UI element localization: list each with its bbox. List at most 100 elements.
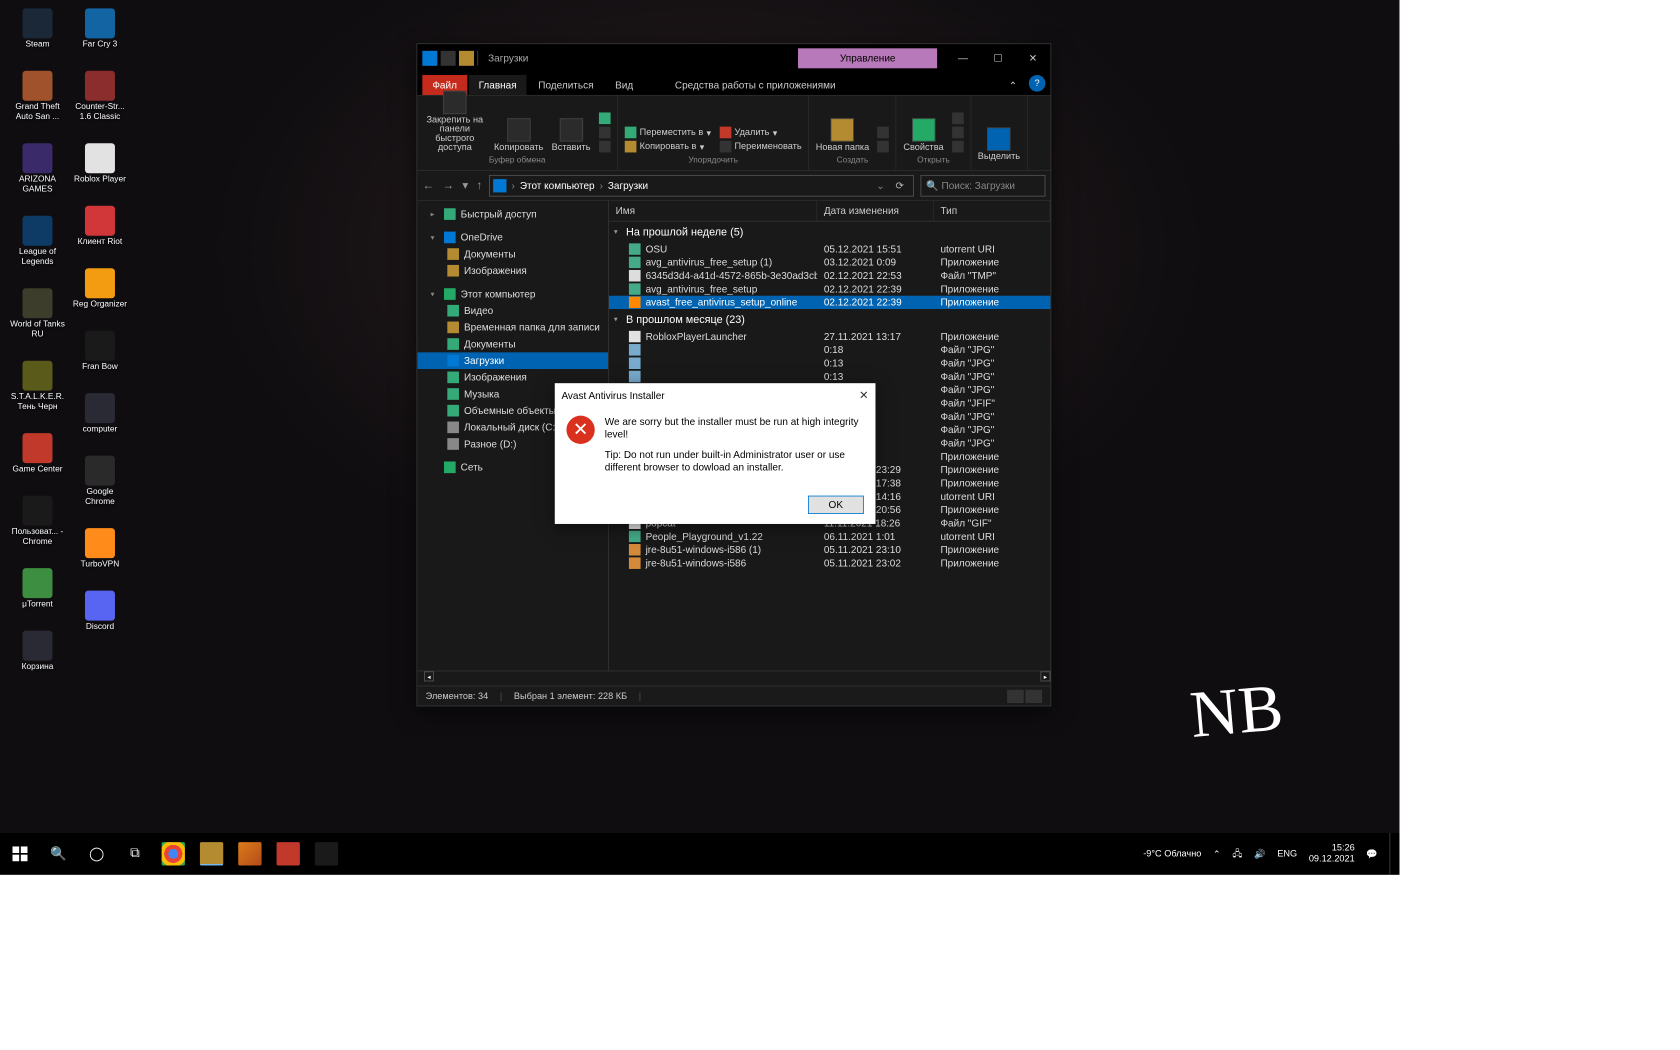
desktop-icon[interactable]: Counter-Str... 1.6 Classic: [71, 71, 129, 123]
desktop-icon[interactable]: Google Chrome: [71, 456, 129, 508]
select-button[interactable]: Выделить: [978, 127, 1020, 161]
col-name[interactable]: Имя: [609, 201, 817, 221]
col-date[interactable]: Дата изменения: [817, 201, 934, 221]
cut-button[interactable]: [599, 112, 611, 124]
desktop-icon[interactable]: Пользоват... - Chrome: [8, 496, 66, 548]
file-row[interactable]: jre-8u51-windows-i58605.11.2021 23:02При…: [609, 556, 1050, 569]
file-row[interactable]: 6345d3d4-a41d-4572-865b-3e30ad3cbc9...02…: [609, 269, 1050, 282]
desktop-icon[interactable]: S.T.A.L.K.E.R. Тень Черн: [8, 361, 66, 413]
ok-button[interactable]: OK: [808, 496, 864, 514]
file-row[interactable]: avast_free_antivirus_setup_online02.12.2…: [609, 296, 1050, 309]
action-center-icon[interactable]: 💬: [1366, 848, 1377, 859]
input-lang[interactable]: ENG: [1277, 849, 1297, 859]
file-row[interactable]: 0:13Файл "JPG": [609, 370, 1050, 383]
edit-button[interactable]: [952, 127, 964, 139]
paste-button[interactable]: Вставить: [552, 118, 591, 152]
desktop-icon[interactable]: Корзина: [8, 631, 66, 673]
newitem-button[interactable]: [878, 127, 890, 139]
taskbar-explorer[interactable]: [200, 842, 223, 865]
desktop-icon[interactable]: computer: [71, 393, 129, 435]
clock[interactable]: 15:26 09.12.2021: [1309, 843, 1355, 865]
file-group-header[interactable]: В прошлом месяце (23): [609, 309, 1050, 330]
qat-icon[interactable]: [441, 51, 456, 66]
move-to-button[interactable]: Переместить в ▾: [625, 127, 711, 139]
view-large-icon[interactable]: [1025, 689, 1042, 702]
tree-this-pc[interactable]: ▾Этот компьютер: [417, 286, 608, 303]
file-row[interactable]: avg_antivirus_free_setup (1)03.12.2021 0…: [609, 256, 1050, 269]
start-button[interactable]: [8, 842, 31, 865]
properties-button[interactable]: Свойства: [903, 118, 943, 152]
file-row[interactable]: OSU05.12.2021 15:51utorrent URI: [609, 242, 1050, 255]
nav-forward-icon[interactable]: →: [442, 178, 454, 192]
col-type[interactable]: Тип: [934, 201, 1051, 221]
desktop-icon[interactable]: Grand Theft Auto San ...: [8, 71, 66, 123]
copypath-button[interactable]: [599, 127, 611, 139]
search-button[interactable]: 🔍: [47, 842, 70, 865]
file-row[interactable]: 0:18Файл "JPG": [609, 343, 1050, 356]
maximize-button[interactable]: ☐: [980, 47, 1015, 69]
desktop-icon[interactable]: Game Center: [8, 433, 66, 475]
ribbon-collapse-icon[interactable]: ⌃: [1004, 77, 1022, 95]
new-folder-button[interactable]: Новая папка: [816, 118, 869, 152]
desktop-icon[interactable]: ARIZONA GAMES: [8, 143, 66, 195]
dialog-close-icon[interactable]: ✕: [859, 388, 869, 402]
taskview-icon[interactable]: ⧉: [123, 842, 146, 865]
horizontal-scrollbar[interactable]: ◂ ▸: [417, 671, 1050, 686]
contextual-tab-manage[interactable]: Управление: [798, 48, 937, 68]
tree-docs[interactable]: Документы: [417, 246, 608, 263]
cortana-icon[interactable]: ◯: [85, 842, 108, 865]
open-button[interactable]: [952, 112, 964, 124]
tab-app-tools[interactable]: Средства работы с приложениями: [665, 75, 846, 95]
tree-onedrive[interactable]: ▾OneDrive: [417, 229, 608, 246]
show-desktop-button[interactable]: [1389, 833, 1394, 875]
taskbar-app[interactable]: [277, 842, 300, 865]
copy-button[interactable]: Копировать: [494, 118, 543, 152]
tab-view[interactable]: Вид: [605, 75, 643, 95]
breadcrumb-dropdown-icon[interactable]: ⌄: [876, 180, 884, 192]
tree-docs2[interactable]: Документы: [417, 336, 608, 353]
weather-widget[interactable]: -9°C Облачно: [1143, 849, 1201, 859]
tree-videos[interactable]: Видео: [417, 302, 608, 319]
desktop-icon[interactable]: League of Legends: [8, 216, 66, 268]
desktop-icon[interactable]: Fran Bow: [71, 331, 129, 373]
desktop-icon[interactable]: TurboVPN: [71, 528, 129, 570]
help-icon[interactable]: ?: [1029, 75, 1046, 92]
dialog-titlebar[interactable]: Avast Antivirus Installer ✕: [555, 383, 876, 407]
minimize-button[interactable]: ―: [945, 47, 980, 69]
tree-images[interactable]: Изображения: [417, 262, 608, 279]
view-details-icon[interactable]: [1007, 689, 1024, 702]
delete-button[interactable]: Удалить ▾: [719, 127, 801, 139]
volume-icon[interactable]: 🔊: [1254, 848, 1265, 859]
file-row[interactable]: avg_antivirus_free_setup02.12.2021 22:39…: [609, 282, 1050, 295]
desktop-icon[interactable]: Roblox Player: [71, 143, 129, 185]
desktop-icon[interactable]: Reg Organizer: [71, 268, 129, 310]
scroll-left-icon[interactable]: ◂: [424, 671, 434, 681]
pin-button[interactable]: Закрепить на панели быстрого доступа: [424, 91, 486, 153]
paste-shortcut-button[interactable]: [599, 141, 611, 153]
desktop-icon[interactable]: Steam: [8, 8, 66, 50]
close-button[interactable]: ✕: [1015, 47, 1050, 69]
tray-chevron-icon[interactable]: ⌃: [1213, 848, 1221, 859]
tree-quick-access[interactable]: ▸Быстрый доступ: [417, 206, 608, 223]
file-row[interactable]: jre-8u51-windows-i586 (1)05.11.2021 23:1…: [609, 543, 1050, 556]
history-button[interactable]: [952, 141, 964, 153]
taskbar-app[interactable]: [238, 842, 261, 865]
desktop-icon[interactable]: μTorrent: [8, 568, 66, 610]
desktop-icon[interactable]: World of Tanks RU: [8, 288, 66, 340]
rename-button[interactable]: Переименовать: [719, 141, 801, 153]
taskbar-app[interactable]: [315, 842, 338, 865]
search-input[interactable]: 🔍 Поиск: Загрузки: [920, 175, 1045, 197]
crumb-downloads[interactable]: Загрузки: [608, 180, 648, 192]
copy-to-button[interactable]: Копировать в ▾: [625, 141, 711, 153]
file-row[interactable]: RobloxPlayerLauncher27.11.2021 13:17Прил…: [609, 330, 1050, 343]
network-icon[interactable]: 🖧: [1232, 846, 1242, 862]
qat-icon[interactable]: [459, 51, 474, 66]
file-row[interactable]: 0:13Файл "JPG": [609, 357, 1050, 370]
titlebar[interactable]: Загрузки Управление ― ☐ ✕: [417, 44, 1050, 72]
desktop-icon[interactable]: Discord: [71, 591, 129, 633]
file-group-header[interactable]: На прошлой неделе (5): [609, 222, 1050, 243]
refresh-icon[interactable]: ⟳: [890, 180, 910, 192]
file-row[interactable]: People_Playground_v1.2206.11.2021 1:01ut…: [609, 530, 1050, 543]
desktop-icon[interactable]: Клиент Riot: [71, 206, 129, 248]
nav-up-icon[interactable]: ↑: [477, 178, 483, 192]
